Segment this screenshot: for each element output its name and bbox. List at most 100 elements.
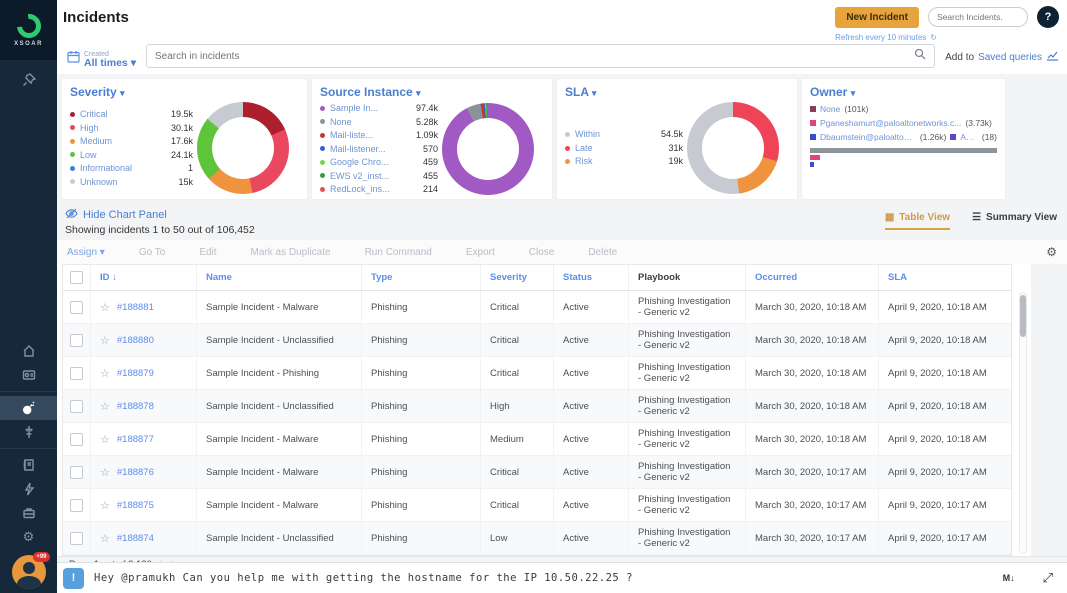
owner-legend-label[interactable]: Dbaumstein@paloaltonetworks.c... [820,130,916,144]
legend-item[interactable]: Risk 19k [565,155,683,168]
source-instance-chart-title[interactable]: Source Instance ▾ [320,85,544,99]
markdown-icon[interactable]: M↓ [1003,573,1015,583]
incident-id-link[interactable]: #188874 [117,533,154,544]
row-checkbox[interactable] [63,423,91,455]
legend-item[interactable]: Critical 19.5k [70,108,193,121]
star-icon[interactable]: ☆ [100,367,110,380]
action-edit[interactable]: Edit [199,247,216,258]
star-icon[interactable]: ☆ [100,400,110,413]
row-checkbox[interactable] [63,390,91,422]
severity-donut-chart[interactable] [197,102,289,194]
legend-item[interactable]: Unknown 15k [70,176,193,189]
star-icon[interactable]: ☆ [100,532,110,545]
global-search-input[interactable] [937,12,1019,22]
command-button[interactable]: ! [63,568,84,589]
sidebar-item-automation[interactable] [0,477,57,501]
incident-search[interactable] [146,44,935,68]
select-all-checkbox[interactable] [63,265,91,290]
sla-chart-title[interactable]: SLA ▾ [565,85,789,99]
incident-id-link[interactable]: #188881 [117,302,154,313]
incident-search-input[interactable] [155,51,914,62]
saved-queries[interactable]: Add to Saved queries [945,50,1059,64]
star-icon[interactable]: ☆ [100,301,110,314]
legend-item[interactable]: Low 24.1k [70,149,193,162]
incident-id-link[interactable]: #188877 [117,434,154,445]
created-filter[interactable]: Created All times ▾ [67,50,136,68]
action-assign[interactable]: Assign ▾ [67,247,105,258]
sidebar-item-home[interactable] [0,339,57,363]
owner-legend-label[interactable]: None [820,102,840,116]
sidebar-item-dashboard[interactable] [0,363,57,387]
star-icon[interactable]: ☆ [100,466,110,479]
owner-legend-label[interactable]: Pganeshamurt@paloaltonetworks.c... [820,116,961,130]
legend-item[interactable]: RedLock_ins... 214 [320,183,438,196]
column-header-severity[interactable]: Severity [481,265,554,290]
legend-item[interactable]: Informational 1 [70,162,193,175]
legend-item[interactable]: Medium 17.6k [70,135,193,148]
action-export[interactable]: Export [466,247,495,258]
incident-id-link[interactable]: #188879 [117,368,154,379]
column-header-type[interactable]: Type [362,265,481,290]
severity-chart-title[interactable]: Severity ▾ [70,85,299,99]
search-icon[interactable] [914,47,926,65]
owner-bar-chart[interactable] [810,148,997,167]
chat-input[interactable]: Hey @pramukh Can you help me with gettin… [94,572,993,584]
action-delete[interactable]: Delete [588,247,617,258]
legend-item[interactable]: Mail-listener... 570 [320,143,438,156]
legend-item[interactable]: Google Chro... 459 [320,156,438,169]
star-icon[interactable]: ☆ [100,433,110,446]
column-header-status[interactable]: Status [554,265,629,290]
source-instance-donut-chart[interactable] [442,103,534,195]
xsoar-logo[interactable]: XSOAR [0,0,57,60]
row-checkbox[interactable] [63,324,91,356]
sidebar-item-jobs[interactable] [0,501,57,525]
column-header-sla[interactable]: SLA [879,265,1011,290]
pin-icon[interactable] [0,68,57,92]
expand-icon[interactable]: ⤢ [1043,570,1053,586]
column-header-occurred[interactable]: Occurred [746,265,879,290]
star-icon[interactable]: ☆ [100,334,110,347]
column-header-name[interactable]: Name [197,265,362,290]
user-avatar[interactable]: +99 [12,555,46,589]
refresh-note[interactable]: Refresh every 10 minutes ↻ [835,33,937,42]
legend-item[interactable]: None 5.28k [320,116,438,129]
hide-chart-panel-button[interactable]: Hide Chart Panel [65,208,255,222]
sidebar-item-threat-intel[interactable] [0,420,57,444]
sla-donut-chart[interactable] [687,102,779,194]
incident-id-link[interactable]: #188876 [117,467,154,478]
sidebar-item-incidents[interactable] [0,396,57,420]
global-search[interactable] [928,7,1028,27]
row-checkbox[interactable] [63,489,91,521]
star-icon[interactable]: ☆ [100,499,110,512]
legend-item[interactable]: Late 31k [565,142,683,155]
incident-id-link[interactable]: #188878 [117,401,154,412]
row-checkbox[interactable] [63,357,91,389]
table-scrollbar[interactable] [1019,292,1027,554]
legend-item[interactable]: Sample In... 97.4k [320,102,438,115]
action-close[interactable]: Close [529,247,555,258]
owner-legend-label[interactable]: Admin [960,130,978,144]
saved-queries-link[interactable]: Saved queries [978,52,1042,63]
legend-item[interactable]: Mail-liste... 1.09k [320,129,438,142]
column-header-id[interactable]: ID ↓ [91,265,197,290]
incident-id-link[interactable]: #188875 [117,500,154,511]
owner-chart-title[interactable]: Owner ▾ [810,85,997,99]
tab-table-view[interactable]: ▦ Table View [885,212,950,230]
sidebar-item-settings[interactable]: ⚙ [0,525,57,549]
new-incident-button[interactable]: New Incident [835,7,919,28]
action-run-command[interactable]: Run Command [365,247,432,258]
incident-id-link[interactable]: #188880 [117,335,154,346]
row-checkbox[interactable] [63,522,91,554]
legend-item[interactable]: EWS v2_inst... 455 [320,170,438,183]
refresh-icon[interactable]: ↻ [930,33,937,42]
table-settings-gear-icon[interactable]: ⚙ [1046,245,1057,259]
scrollbar-thumb[interactable] [1020,295,1026,337]
legend-item[interactable]: Within 54.5k [565,128,683,141]
help-button[interactable]: ? [1037,6,1059,28]
legend-item[interactable]: High 30.1k [70,122,193,135]
sidebar-item-playbooks[interactable] [0,453,57,477]
row-checkbox[interactable] [63,456,91,488]
tab-summary-view[interactable]: ☰ Summary View [972,212,1057,228]
row-checkbox[interactable] [63,291,91,323]
action-go-to[interactable]: Go To [139,247,166,258]
